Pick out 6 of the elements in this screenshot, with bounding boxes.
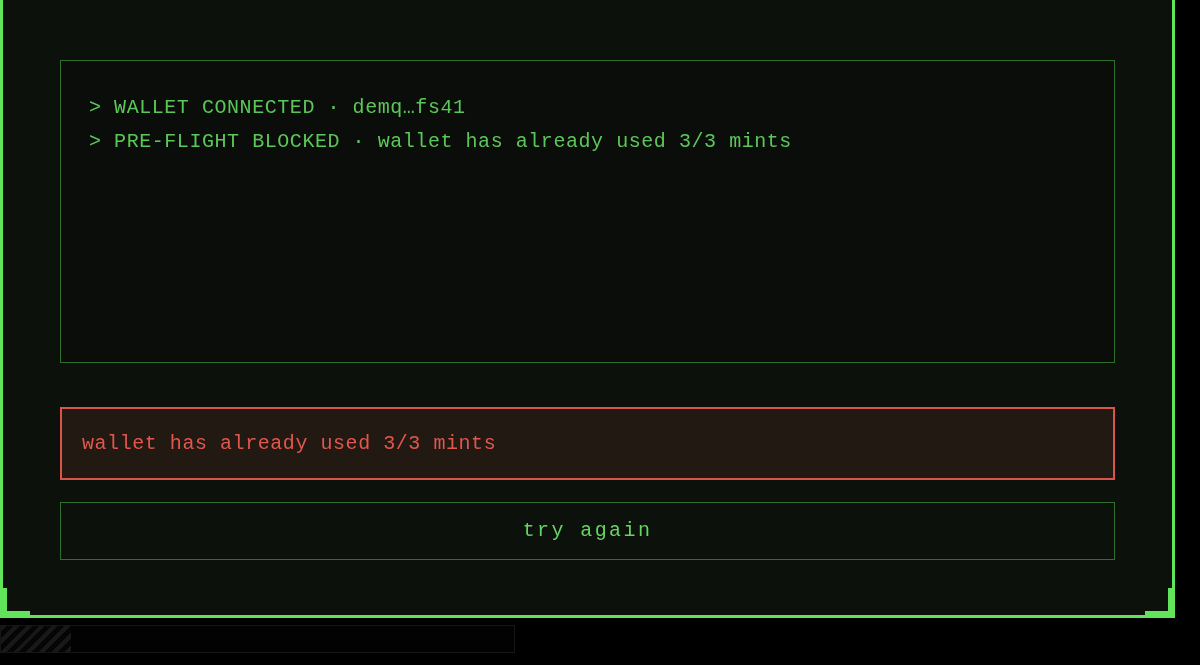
error-message: wallet has already used 3/3 mints xyxy=(82,430,497,457)
corner-bracket-icon xyxy=(1145,588,1172,615)
retry-button[interactable]: try again xyxy=(60,502,1115,560)
log-line: > PRE-FLIGHT BLOCKED · wallet has already used 3/3 mints xyxy=(89,129,793,155)
corner-bracket-icon xyxy=(3,588,30,615)
log-line: > WALLET CONNECTED · demq…fs41 xyxy=(89,95,467,121)
